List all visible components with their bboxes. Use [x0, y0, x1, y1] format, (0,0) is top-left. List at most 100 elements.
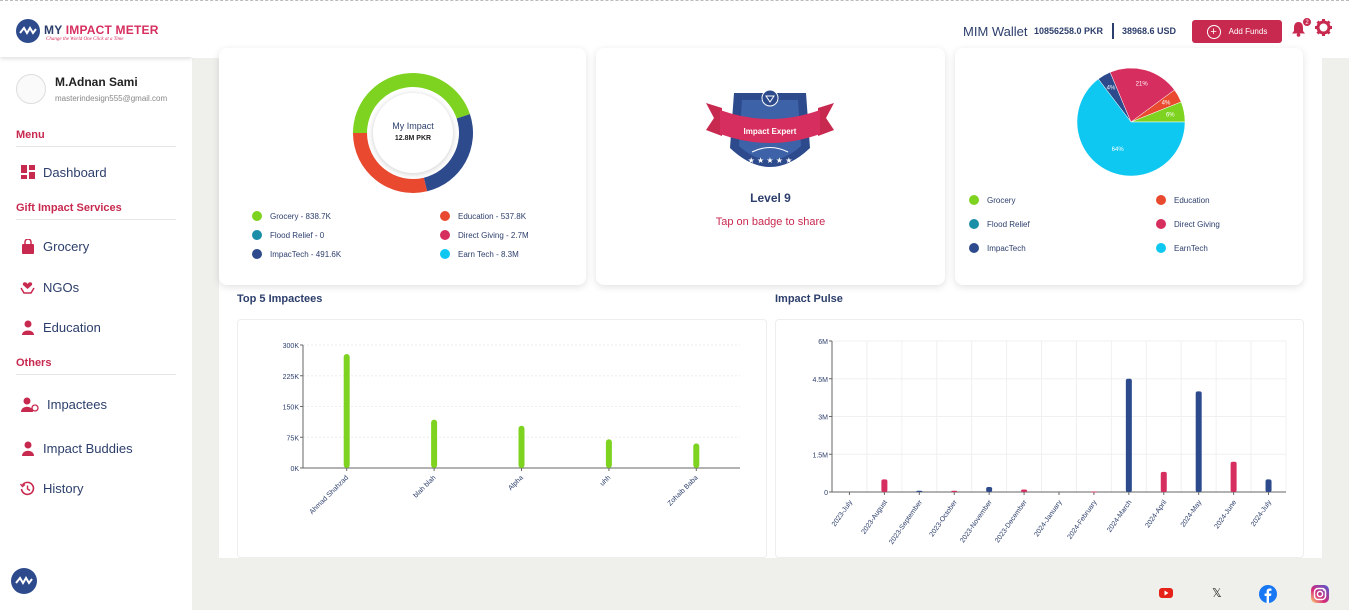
sidebar-item-impact-buddies[interactable]: Impact Buddies	[20, 441, 133, 456]
pie-label: 64%	[1112, 147, 1125, 153]
sidebar: MY IMPACT METER Change the World One Cli…	[0, 5, 192, 610]
y-tick-label: 0	[824, 490, 828, 497]
logo[interactable]: MY IMPACT METER Change the World One Cli…	[0, 5, 192, 57]
sidebar-item-label: Education	[43, 320, 101, 335]
level-text: Level 9	[750, 191, 791, 205]
bar[interactable]	[1125, 378, 1132, 492]
gift-heading: Gift Impact Services	[16, 202, 122, 214]
x-tick-label: Alpha	[507, 474, 525, 492]
x-tick-label: 2024-July	[1250, 499, 1273, 528]
bottom-logo-icon[interactable]	[11, 568, 37, 594]
level-badge-card[interactable]: Impact Expert ★ ★ ★ ★ ★ Level 9 Tap on b…	[596, 48, 945, 285]
wallet-label: MIM Wallet	[963, 24, 1028, 39]
legend-dot	[969, 219, 979, 229]
legend-flood-relief: Flood Relief - 0	[252, 230, 324, 240]
legend-grocery: Grocery - 838.7K	[252, 211, 331, 221]
sidebar-item-education[interactable]: Education	[20, 320, 101, 335]
bar[interactable]	[605, 439, 612, 468]
people-icon	[20, 397, 39, 412]
instagram-icon[interactable]	[1311, 585, 1329, 606]
y-tick-label: 300K	[283, 343, 300, 350]
bar[interactable]	[1265, 479, 1272, 492]
logo-title: MY IMPACT METER	[44, 23, 159, 37]
divider	[16, 146, 176, 147]
bar[interactable]	[1230, 461, 1237, 492]
bar[interactable]	[881, 479, 888, 492]
facebook-icon[interactable]	[1259, 585, 1277, 606]
y-tick-label: 1.5M	[812, 452, 828, 459]
badge-stars: ★ ★ ★ ★ ★	[748, 156, 793, 165]
bar[interactable]	[1021, 489, 1028, 492]
impact-donut-chart: My Impact 12.8M PKR	[353, 72, 473, 193]
x-icon[interactable]: 𝕏	[1212, 586, 1222, 600]
x-tick-label: 2023-October	[929, 499, 960, 539]
legend-direct-giving: Direct Giving	[1156, 219, 1220, 229]
legend-education: Education - 537.8K	[440, 211, 526, 221]
sidebar-item-history[interactable]: History	[19, 481, 84, 496]
x-tick-label: 2023-August	[861, 499, 890, 536]
notification-badge: 2	[1302, 17, 1312, 27]
pie-label: 4%	[1107, 85, 1116, 91]
x-tick-label: Zohaib Baba	[667, 474, 700, 507]
dashboard-icon	[20, 165, 35, 180]
legend-dot	[440, 211, 450, 221]
wallet-usd: 38968.6 USD	[1122, 26, 1177, 36]
share-text[interactable]: Tap on badge to share	[596, 216, 945, 228]
divider	[16, 374, 176, 375]
legend-dot	[969, 195, 979, 205]
bar[interactable]	[343, 354, 350, 468]
user-email: masterindesign555@gmail.com	[55, 94, 168, 103]
menu-heading: Menu	[16, 129, 45, 141]
legend-dot	[252, 230, 262, 240]
x-tick-label: 2024-May	[1180, 499, 1204, 529]
legend-impactech: ImpacTech	[969, 243, 1026, 253]
pulse-bar-chart: 0 1.5M 3M 4.5M 6M 2023-July 2023-August 2023-Se…	[812, 339, 1287, 546]
x-tick-label: blah blah	[412, 474, 437, 499]
youtube-icon[interactable]	[1159, 587, 1173, 602]
bar[interactable]	[693, 443, 700, 468]
bar[interactable]	[1160, 471, 1167, 492]
add-funds-button[interactable]: + Add Funds	[1192, 20, 1282, 43]
wallet-pkr: 10856258.0 PKR	[1034, 26, 1104, 36]
legend-earntech: EarnTech	[1156, 243, 1208, 253]
bar[interactable]	[1195, 391, 1202, 492]
divider	[16, 219, 176, 220]
bar[interactable]	[431, 419, 438, 468]
impact-expert-badge[interactable]: Impact Expert ★ ★ ★ ★ ★	[596, 48, 945, 198]
sidebar-item-label: Dashboard	[43, 165, 107, 180]
donut-center-value: 12.8M PKR	[395, 135, 431, 142]
sidebar-item-label: Grocery	[43, 239, 90, 254]
avatar[interactable]	[16, 74, 46, 104]
sidebar-item-impactees[interactable]: Impactees	[20, 397, 107, 412]
x-tick-label: 2024-April	[1144, 499, 1168, 530]
bar[interactable]	[986, 486, 993, 492]
sidebar-item-label: History	[43, 481, 84, 496]
top5-chart-card: 0K 75K 150K 225K 300K Ahmad Shahzad blah blah A…	[237, 319, 767, 558]
y-tick-label: 3M	[818, 415, 828, 422]
legend-dot	[1156, 195, 1166, 205]
y-tick-label: 75K	[287, 435, 300, 442]
sidebar-item-label: Impact Buddies	[43, 441, 133, 456]
hands-heart-icon	[20, 280, 35, 295]
bar[interactable]	[518, 425, 525, 468]
y-tick-label: 4.5M	[812, 377, 828, 384]
legend-dot	[440, 249, 450, 259]
bar[interactable]	[916, 490, 923, 492]
gear-icon[interactable]	[1315, 19, 1332, 41]
person-icon	[20, 441, 35, 456]
x-tick-label: 2023-July	[831, 499, 854, 528]
x-tick-label: 2023-September	[888, 499, 924, 546]
donut-center-title: My Impact	[392, 121, 434, 131]
x-tick-label: 2024-March	[1106, 499, 1133, 534]
sidebar-item-grocery[interactable]: Grocery	[20, 238, 90, 254]
main-content: My Impact 12.8M PKR Grocery - 838.7K Edu…	[219, 48, 1322, 558]
history-icon	[19, 481, 35, 496]
distribution-pie-card: 4% 21% 4% 6% 64% Grocery Education Flood Rel…	[955, 48, 1303, 285]
sidebar-item-dashboard[interactable]: Dashboard	[20, 165, 107, 180]
bar[interactable]	[951, 490, 958, 492]
legend-dot	[440, 230, 450, 240]
sidebar-item-ngos[interactable]: NGOs	[20, 280, 79, 295]
legend-dot	[1156, 243, 1166, 253]
user-name: M.Adnan Sami	[55, 75, 138, 89]
x-tick-label: 2023-November	[959, 499, 994, 545]
